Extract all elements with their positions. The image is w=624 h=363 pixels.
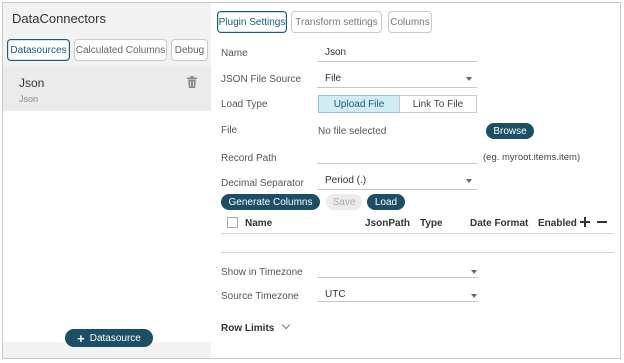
column-header-jsonpath: JsonPath	[365, 218, 411, 229]
save-button[interactable]: Save	[326, 194, 362, 210]
load-button[interactable]: Load	[367, 194, 405, 210]
select-all-checkbox[interactable]	[227, 217, 238, 228]
chevron-down-icon[interactable]	[281, 320, 291, 330]
tab-transform-settings[interactable]: Transform settings	[291, 11, 382, 33]
chevron-down-icon[interactable]	[466, 77, 472, 81]
browse-button[interactable]: Browse	[486, 123, 534, 139]
plus-icon: +	[77, 330, 85, 346]
tab-debug[interactable]: Debug	[171, 39, 208, 61]
tab-datasources[interactable]: Datasources	[7, 39, 70, 61]
decimal-separator-label: Decimal Separator	[221, 178, 304, 189]
upload-file-toggle[interactable]: Upload File	[318, 95, 400, 113]
datasource-type: Json	[19, 94, 39, 104]
decimal-separator-underline	[317, 189, 477, 190]
datasource-name: Json	[19, 76, 45, 90]
show-in-timezone-label: Show in Timezone	[221, 267, 303, 278]
remove-column-icon[interactable]	[597, 217, 607, 227]
record-path-input[interactable]	[317, 163, 477, 164]
load-type-label: Load Type	[221, 99, 268, 110]
column-header-type: Type	[420, 218, 443, 229]
datasource-list: Json Json	[3, 67, 211, 342]
column-header-name: Name	[245, 218, 273, 229]
tab-calculated-columns[interactable]: Calculated Columns	[74, 39, 167, 61]
data-connectors-dialog: DataConnectors Datasources Calculated Co…	[2, 2, 621, 359]
link-to-file-toggle[interactable]: Link To File	[399, 95, 477, 113]
json-file-source-select[interactable]: File	[325, 73, 341, 84]
add-column-icon[interactable]	[580, 217, 590, 227]
tab-columns[interactable]: Columns	[388, 11, 432, 33]
source-timezone-label: Source Timezone	[221, 291, 299, 302]
datasources-panel: DataConnectors Datasources Calculated Co…	[3, 3, 211, 358]
file-label: File	[221, 125, 238, 136]
table-bottom-divider	[221, 252, 614, 253]
record-path-label: Record Path	[221, 153, 277, 164]
chevron-down-icon[interactable]	[466, 179, 472, 183]
generate-columns-button[interactable]: Generate Columns	[221, 194, 320, 210]
page-title: DataConnectors	[12, 11, 106, 26]
show-in-timezone-underline	[317, 277, 478, 278]
file-status: No file selected	[318, 126, 387, 137]
settings-panel: Plugin Settings Transform settings Colum…	[213, 3, 620, 358]
name-field[interactable]: Json	[325, 47, 346, 58]
tab-plugin-settings[interactable]: Plugin Settings	[217, 11, 287, 33]
chevron-down-icon[interactable]	[471, 294, 477, 298]
column-header-date-format: Date Format	[470, 218, 529, 229]
json-file-source-label: JSON File Source	[221, 74, 302, 85]
row-limits-toggle[interactable]: Row Limits	[221, 323, 274, 334]
add-datasource-button[interactable]: + Datasource	[65, 329, 153, 347]
source-timezone-underline	[317, 301, 478, 302]
list-item[interactable]: Json Json	[3, 67, 211, 111]
trash-icon[interactable]	[187, 76, 197, 88]
name-field-underline	[317, 61, 477, 62]
column-header-enabled: Enabled	[538, 218, 577, 229]
decimal-separator-select[interactable]: Period (.)	[325, 175, 366, 186]
json-file-source-underline	[317, 87, 477, 88]
record-path-hint: (eg. myroot.items.item)	[483, 152, 581, 163]
chevron-down-icon[interactable]	[471, 270, 477, 274]
source-timezone-select[interactable]: UTC	[325, 289, 346, 300]
add-datasource-label: Datasource	[89, 332, 141, 344]
table-header-divider	[221, 233, 614, 234]
name-label: Name	[221, 48, 248, 59]
